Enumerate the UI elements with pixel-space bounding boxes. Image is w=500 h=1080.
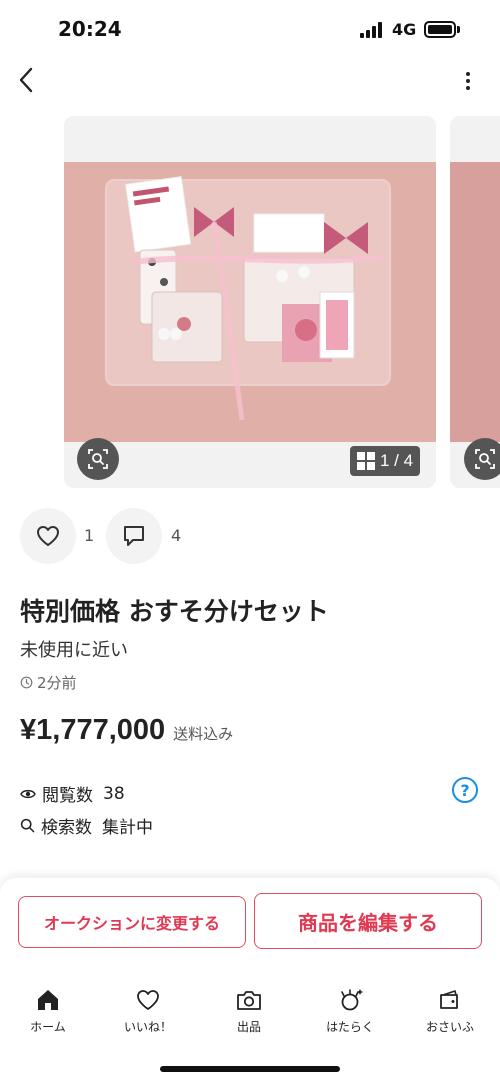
chevron-left-icon (19, 67, 33, 93)
comment-icon (124, 526, 144, 546)
image-gallery[interactable]: 1 / 4 (64, 116, 436, 488)
image-counter-text: 1 / 4 (379, 451, 414, 470)
posted-time-text: 2分前 (37, 674, 77, 692)
tab-label: 出品 (236, 1020, 261, 1034)
more-options-button[interactable] (452, 64, 484, 98)
heart-icon (37, 526, 59, 546)
work-icon (336, 986, 364, 1014)
more-dot-icon (466, 79, 470, 83)
change-to-auction-button[interactable]: オークションに変更する (18, 896, 246, 948)
wallet-icon (436, 986, 464, 1014)
item-condition: 未使用に近い (20, 640, 128, 661)
clock-icon (20, 676, 33, 689)
next-image-preview[interactable] (450, 116, 500, 488)
image-search-icon (475, 449, 495, 469)
tab-work[interactable]: はたらく (310, 986, 390, 1038)
product-photo-art (64, 162, 436, 442)
tab-sell[interactable]: 出品 (209, 986, 289, 1038)
tab-home[interactable]: ホーム (8, 986, 88, 1038)
image-counter: 1 / 4 (350, 446, 420, 476)
battery-tip (457, 26, 460, 33)
status-bar: 20:24 4G (0, 0, 500, 60)
tab-likes[interactable]: いいね！ (108, 986, 188, 1038)
search-label: 検索数 (41, 818, 92, 838)
signal-icon (360, 22, 384, 38)
network-label: 4G (392, 20, 417, 39)
eye-icon (20, 789, 36, 798)
more-dot-icon (466, 86, 470, 90)
grid-icon (356, 452, 375, 470)
shipping-label: 送料込み (173, 725, 234, 743)
back-button[interactable] (8, 62, 44, 98)
camera-icon (235, 986, 263, 1014)
lens-search-button[interactable] (77, 438, 119, 480)
battery-icon (424, 21, 456, 38)
search-icon (20, 818, 35, 833)
like-count: 1 (84, 526, 95, 545)
tab-label: はたらく (326, 1020, 374, 1034)
home-indicator (160, 1066, 340, 1072)
more-dot-icon (466, 72, 470, 76)
tab-label: おさいふ (425, 1020, 474, 1034)
bottom-panel: オークションに変更する 商品を編集する ホーム いいね！ 出品 はたらく おさい… (0, 878, 500, 1080)
image-search-icon (88, 449, 108, 469)
home-icon (34, 986, 62, 1014)
status-time: 20:24 (58, 17, 122, 41)
search-stat: 検索数 集計中 (20, 813, 153, 838)
tab-label: いいね！ (123, 1020, 172, 1034)
help-icon[interactable]: ? (452, 777, 478, 803)
comment-button[interactable] (106, 508, 162, 564)
item-price: ¥1,777,000 (20, 714, 166, 746)
posted-time: 2分前 (20, 672, 77, 693)
views-label: 閲覧数 (42, 786, 93, 806)
tab-wallet[interactable]: おさいふ (410, 986, 490, 1038)
like-button[interactable] (20, 508, 76, 564)
item-title: 特別価格 おすそ分けセット (20, 597, 329, 626)
lens-search-button-next[interactable] (464, 438, 500, 480)
price-row: ¥1,777,000 送料込み (20, 714, 233, 747)
views-stat: 閲覧数 38 (20, 781, 125, 806)
heart-icon (134, 986, 162, 1014)
comment-count: 4 (171, 526, 182, 545)
edit-item-button[interactable]: 商品を編集する (254, 893, 482, 949)
next-product-photo (450, 162, 500, 442)
search-value: 集計中 (102, 818, 153, 838)
product-photo[interactable] (64, 162, 436, 442)
views-value: 38 (103, 783, 125, 804)
tab-label: ホーム (30, 1020, 66, 1034)
